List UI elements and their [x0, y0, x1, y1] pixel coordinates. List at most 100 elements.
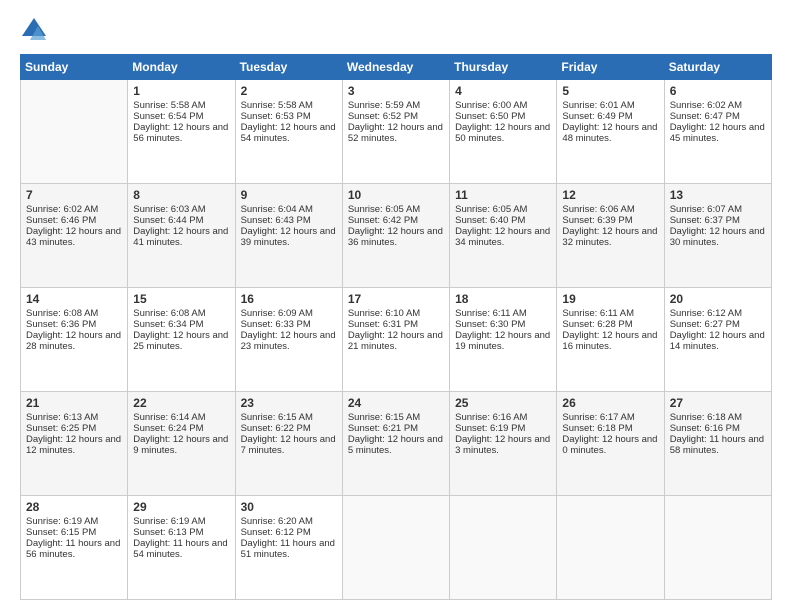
daylight-text: Daylight: 12 hours and 43 minutes.: [26, 226, 121, 248]
day-number: 5: [562, 84, 658, 98]
sunset-text: Sunset: 6:16 PM: [670, 423, 740, 434]
sunset-text: Sunset: 6:49 PM: [562, 111, 632, 122]
sunrise-text: Sunrise: 6:17 AM: [562, 412, 634, 423]
sunset-text: Sunset: 6:44 PM: [133, 215, 203, 226]
sunset-text: Sunset: 6:37 PM: [670, 215, 740, 226]
day-number: 2: [241, 84, 337, 98]
daylight-text: Daylight: 12 hours and 21 minutes.: [348, 330, 443, 352]
day-number: 19: [562, 292, 658, 306]
weekday-header: Monday: [128, 55, 235, 80]
day-number: 28: [26, 500, 122, 514]
sunset-text: Sunset: 6:47 PM: [670, 111, 740, 122]
day-number: 24: [348, 396, 444, 410]
weekday-header: Wednesday: [342, 55, 449, 80]
day-number: 10: [348, 188, 444, 202]
calendar-week-row: 28Sunrise: 6:19 AMSunset: 6:15 PMDayligh…: [21, 496, 772, 600]
sunrise-text: Sunrise: 6:13 AM: [26, 412, 98, 423]
day-number: 18: [455, 292, 551, 306]
calendar-cell: 20 Sunrise: 6:12 AMSunset: 6:27 PMDayligh…: [664, 288, 771, 392]
sunset-text: Sunset: 6:21 PM: [348, 423, 418, 434]
calendar-cell: 23Sunrise: 6:15 AMSunset: 6:22 PMDayligh…: [235, 392, 342, 496]
sunset-text: Sunset: 6:25 PM: [26, 423, 96, 434]
daylight-text: Daylight: 12 hours and 56 minutes.: [133, 122, 228, 144]
calendar-cell: 10Sunrise: 6:05 AMSunset: 6:42 PMDayligh…: [342, 184, 449, 288]
daylight-text: Daylight: 12 hours and 7 minutes.: [241, 434, 336, 456]
daylight-text: Daylight: 11 hours and 56 minutes.: [26, 538, 120, 560]
daylight-text: Daylight: 12 hours and 14 minutes.: [670, 330, 765, 352]
day-number: 4: [455, 84, 551, 98]
sunset-text: Sunset: 6:19 PM: [455, 423, 525, 434]
calendar-cell: [21, 80, 128, 184]
day-number: 20: [670, 292, 766, 306]
day-number: 27: [670, 396, 766, 410]
day-number: 25: [455, 396, 551, 410]
sunrise-text: Sunrise: 6:08 AM: [133, 308, 205, 319]
day-number: 17: [348, 292, 444, 306]
sunrise-text: Sunrise: 6:18 AM: [670, 412, 742, 423]
daylight-text: Daylight: 12 hours and 16 minutes.: [562, 330, 657, 352]
sunrise-text: Sunrise: 6:19 AM: [26, 516, 98, 527]
sunrise-text: Sunrise: 6:11 AM: [562, 308, 634, 319]
day-number: 14: [26, 292, 122, 306]
calendar-cell: 6Sunrise: 6:02 AMSunset: 6:47 PMDaylight…: [664, 80, 771, 184]
calendar-cell: [450, 496, 557, 600]
calendar-cell: 28Sunrise: 6:19 AMSunset: 6:15 PMDayligh…: [21, 496, 128, 600]
sunset-text: Sunset: 6:12 PM: [241, 527, 311, 538]
sunrise-text: Sunrise: 6:05 AM: [455, 204, 527, 215]
sunrise-text: Sunrise: 6:01 AM: [562, 100, 634, 111]
daylight-text: Daylight: 11 hours and 58 minutes.: [670, 434, 764, 456]
sunset-text: Sunset: 6:24 PM: [133, 423, 203, 434]
sunrise-text: Sunrise: 6:20 AM: [241, 516, 313, 527]
daylight-text: Daylight: 12 hours and 3 minutes.: [455, 434, 550, 456]
calendar-week-row: 7Sunrise: 6:02 AMSunset: 6:46 PMDaylight…: [21, 184, 772, 288]
sunset-text: Sunset: 6:28 PM: [562, 319, 632, 330]
daylight-text: Daylight: 12 hours and 9 minutes.: [133, 434, 228, 456]
day-number: 9: [241, 188, 337, 202]
weekday-header: Sunday: [21, 55, 128, 80]
calendar-cell: 26Sunrise: 6:17 AMSunset: 6:18 PMDayligh…: [557, 392, 664, 496]
sunset-text: Sunset: 6:46 PM: [26, 215, 96, 226]
sunset-text: Sunset: 6:31 PM: [348, 319, 418, 330]
sunset-text: Sunset: 6:13 PM: [133, 527, 203, 538]
sunrise-text: Sunrise: 6:08 AM: [26, 308, 98, 319]
sunrise-text: Sunrise: 6:12 AM: [670, 308, 742, 319]
weekday-header: Saturday: [664, 55, 771, 80]
daylight-text: Daylight: 12 hours and 5 minutes.: [348, 434, 443, 456]
day-number: 15: [133, 292, 229, 306]
calendar-cell: 3Sunrise: 5:59 AMSunset: 6:52 PMDaylight…: [342, 80, 449, 184]
daylight-text: Daylight: 12 hours and 30 minutes.: [670, 226, 765, 248]
daylight-text: Daylight: 12 hours and 36 minutes.: [348, 226, 443, 248]
sunset-text: Sunset: 6:39 PM: [562, 215, 632, 226]
calendar-cell: 9Sunrise: 6:04 AMSunset: 6:43 PMDaylight…: [235, 184, 342, 288]
calendar-table: SundayMondayTuesdayWednesdayThursdayFrid…: [20, 54, 772, 600]
calendar-cell: 14Sunrise: 6:08 AMSunset: 6:36 PMDayligh…: [21, 288, 128, 392]
calendar-cell: 15Sunrise: 6:08 AMSunset: 6:34 PMDayligh…: [128, 288, 235, 392]
weekday-header: Tuesday: [235, 55, 342, 80]
daylight-text: Daylight: 11 hours and 51 minutes.: [241, 538, 335, 560]
daylight-text: Daylight: 12 hours and 28 minutes.: [26, 330, 121, 352]
day-number: 16: [241, 292, 337, 306]
weekday-header: Friday: [557, 55, 664, 80]
calendar-cell: 13Sunrise: 6:07 AMSunset: 6:37 PMDayligh…: [664, 184, 771, 288]
day-number: 30: [241, 500, 337, 514]
calendar-cell: 17Sunrise: 6:10 AMSunset: 6:31 PMDayligh…: [342, 288, 449, 392]
daylight-text: Daylight: 12 hours and 45 minutes.: [670, 122, 765, 144]
day-number: 7: [26, 188, 122, 202]
calendar-cell: 12Sunrise: 6:06 AMSunset: 6:39 PMDayligh…: [557, 184, 664, 288]
sunrise-text: Sunrise: 6:11 AM: [455, 308, 527, 319]
daylight-text: Daylight: 12 hours and 48 minutes.: [562, 122, 657, 144]
calendar-cell: 24Sunrise: 6:15 AMSunset: 6:21 PMDayligh…: [342, 392, 449, 496]
sunset-text: Sunset: 6:42 PM: [348, 215, 418, 226]
day-number: 8: [133, 188, 229, 202]
sunset-text: Sunset: 6:50 PM: [455, 111, 525, 122]
sunset-text: Sunset: 6:27 PM: [670, 319, 740, 330]
sunrise-text: Sunrise: 6:00 AM: [455, 100, 527, 111]
calendar-cell: 19 Sunrise: 6:11 AMSunset: 6:28 PMDayligh…: [557, 288, 664, 392]
sunset-text: Sunset: 6:53 PM: [241, 111, 311, 122]
sunset-text: Sunset: 6:54 PM: [133, 111, 203, 122]
sunset-text: Sunset: 6:40 PM: [455, 215, 525, 226]
calendar-cell: 21Sunrise: 6:13 AMSunset: 6:25 PMDayligh…: [21, 392, 128, 496]
calendar-cell: 7Sunrise: 6:02 AMSunset: 6:46 PMDaylight…: [21, 184, 128, 288]
daylight-text: Daylight: 12 hours and 41 minutes.: [133, 226, 228, 248]
calendar-cell: 2Sunrise: 5:58 AMSunset: 6:53 PMDaylight…: [235, 80, 342, 184]
